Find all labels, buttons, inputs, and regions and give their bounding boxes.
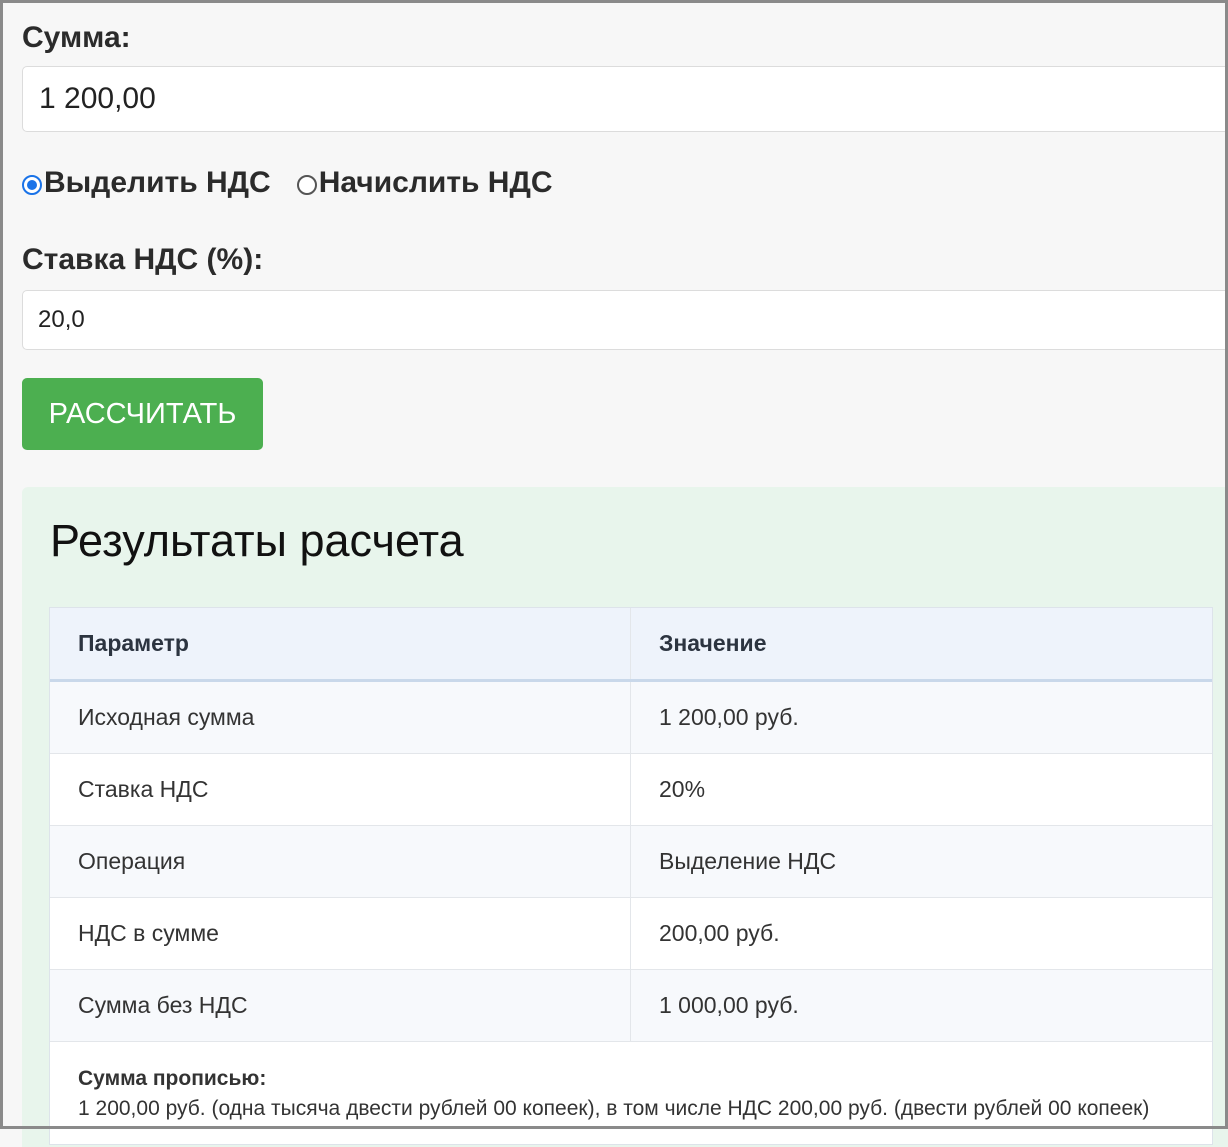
rate-input[interactable]: 20,0 — [22, 290, 1228, 350]
table-row: Сумма без НДС 1 000,00 руб. — [50, 970, 1212, 1042]
table-cell-value: 200,00 руб. — [659, 920, 780, 946]
table-header-row: Параметр Значение — [50, 608, 1212, 682]
sum-input[interactable]: 1 200,00 — [22, 66, 1228, 132]
radio-extract-vat-label: Выделить НДС — [44, 166, 271, 199]
table-cell-value: 20% — [659, 776, 706, 802]
table-cell-parameter: Сумма без НДС — [50, 970, 631, 1041]
vat-mode-radio-group: Выделить НДС Начислить НДС — [22, 163, 579, 203]
results-table: Параметр Значение Исходная сумма 1 200,0… — [49, 607, 1213, 1145]
radio-add-vat[interactable] — [296, 175, 317, 195]
column-header-parameter: Параметр — [50, 608, 631, 679]
table-row: Операция Выделение НДС — [50, 826, 1212, 898]
table-cell-parameter: НДС в сумме — [50, 898, 631, 969]
column-header-value: Значение — [659, 630, 767, 656]
table-cell-parameter: Операция — [50, 826, 631, 897]
sum-in-words-text: 1 200,00 руб. (одна тысяча двести рублей… — [78, 1097, 1150, 1120]
sum-in-words-title: Сумма прописью: — [78, 1067, 267, 1090]
calculate-button[interactable]: РАССЧИТАТЬ — [22, 378, 263, 450]
results-panel: Результаты расчета Параметр Значение Исх… — [22, 487, 1228, 1147]
table-row: Ставка НДС 20% — [50, 754, 1212, 826]
table-cell-parameter: Исходная сумма — [50, 682, 631, 753]
radio-extract-vat[interactable] — [22, 175, 42, 195]
table-row: Исходная сумма 1 200,00 руб. — [50, 682, 1212, 754]
table-row: НДС в сумме 200,00 руб. — [50, 898, 1212, 970]
sum-label: Сумма: — [22, 21, 131, 54]
radio-add-vat-label: Начислить НДС — [318, 166, 553, 199]
rate-label: Ставка НДС (%): — [22, 243, 264, 276]
table-cell-value: 1 200,00 руб. — [659, 704, 799, 730]
table-cell-value: Выделение НДС — [659, 848, 837, 874]
table-cell-parameter: Ставка НДС — [50, 754, 631, 825]
radio-option-extract-vat[interactable]: Выделить НДС — [22, 166, 271, 200]
results-title: Результаты расчета — [50, 515, 464, 566]
table-cell-value: 1 000,00 руб. — [659, 992, 799, 1018]
radio-option-add-vat[interactable]: Начислить НДС — [296, 166, 553, 200]
